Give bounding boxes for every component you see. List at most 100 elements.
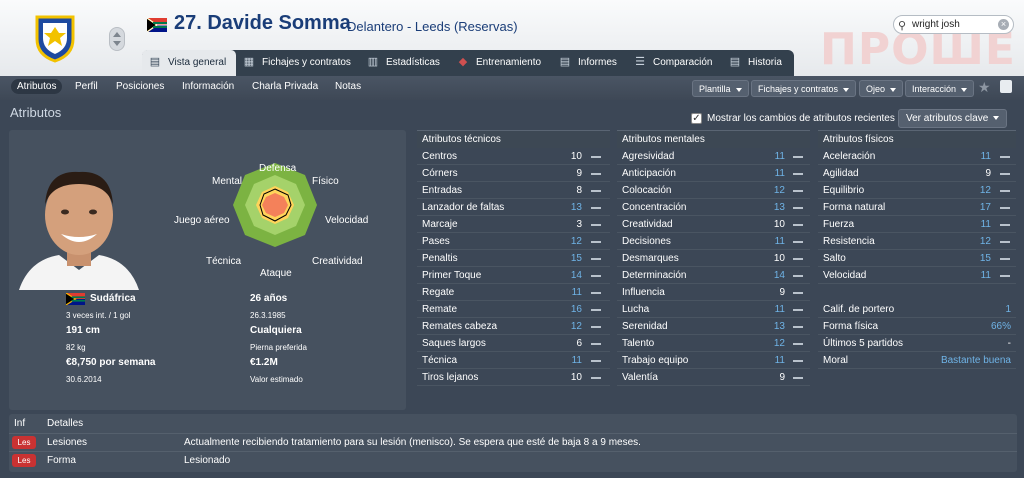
scout-dropdown[interactable]: Ojeo: [859, 80, 904, 97]
subnav-positions[interactable]: Posiciones: [116, 81, 164, 92]
contract-icon: ▦: [243, 56, 255, 68]
technical-attribute-row[interactable]: Saques largos 6: [417, 335, 610, 352]
physical-attribute-row[interactable]: Agilidad 9: [818, 165, 1016, 182]
attribute-name: Talento: [622, 338, 655, 349]
subnav-profile[interactable]: Perfil: [75, 81, 98, 92]
technical-attribute-row[interactable]: Marcaje 3: [417, 216, 610, 233]
technical-attribute-row[interactable]: Primer Toque 14: [417, 267, 610, 284]
attribute-value: 9: [779, 372, 785, 383]
view-key-attributes-button[interactable]: Ver atributos clave: [898, 109, 1007, 128]
trend-dash-icon: [793, 360, 803, 362]
physical-attribute-row[interactable]: Fuerza 11: [818, 216, 1016, 233]
mental-attribute-row[interactable]: Decisiones 11: [617, 233, 810, 250]
physical-attribute-row[interactable]: Equilibrio 12: [818, 182, 1016, 199]
subnav-information[interactable]: Información: [182, 81, 234, 92]
attribute-value: 10: [570, 372, 582, 383]
extra-value: -: [1007, 338, 1011, 349]
transfers-dropdown[interactable]: Fichajes y contratos: [751, 80, 857, 97]
squad-dropdown[interactable]: Plantilla: [692, 80, 749, 97]
technical-attribute-row[interactable]: Regate 11: [417, 284, 610, 301]
technical-attribute-row[interactable]: Remates cabeza 12: [417, 318, 610, 335]
technical-attribute-row[interactable]: Lanzador de faltas 13: [417, 199, 610, 216]
details-row[interactable]: Les Forma Lesionado: [9, 451, 1017, 468]
mental-attributes-panel: Atributos mentales Agresividad 11 Anticipa…: [617, 130, 810, 386]
notes-icon[interactable]: [1000, 80, 1012, 93]
attribute-value: 13: [773, 202, 785, 213]
extra-value: 66%: [990, 321, 1011, 332]
mental-attribute-row[interactable]: Valentía 9: [617, 369, 810, 386]
subnav-attributes[interactable]: Atributos: [11, 79, 63, 94]
attribute-name: Determinación: [622, 270, 687, 281]
star-icon[interactable]: ★: [978, 79, 991, 96]
tab-stats[interactable]: ▥ Estadísticas: [360, 50, 450, 76]
chevron-down-icon: [993, 116, 1000, 121]
mental-attribute-row[interactable]: Desmarques 10: [617, 250, 810, 267]
physical-attribute-row[interactable]: Forma natural 17: [818, 199, 1016, 216]
mental-header: Atributos mentales: [617, 130, 810, 148]
details-text: Actualmente recibiendo tratamiento para …: [184, 437, 641, 448]
interaction-dropdown[interactable]: Interacción: [905, 80, 975, 97]
physical-attribute-row[interactable]: Aceleración 11: [818, 148, 1016, 165]
details-text: Lesionado: [184, 455, 231, 466]
trend-dash-icon: [591, 377, 601, 379]
mental-attribute-row[interactable]: Serenidad 13: [617, 318, 810, 335]
technical-attribute-row[interactable]: Penaltis 15: [417, 250, 610, 267]
technical-attribute-row[interactable]: Pases 12: [417, 233, 610, 250]
radar-label-aerial: Juego aéreo: [174, 215, 230, 226]
radar-label-defense: Defensa: [259, 163, 297, 174]
compare-icon: ☰: [635, 56, 645, 68]
mental-attribute-row[interactable]: Creatividad 10: [617, 216, 810, 233]
trend-dash-icon: [793, 377, 803, 379]
mental-attribute-row[interactable]: Talento 12: [617, 335, 810, 352]
attribute-value: 8: [576, 185, 582, 196]
tab-training[interactable]: ◆ Entrenamiento: [450, 50, 560, 76]
radar-label-attack: Ataque: [260, 268, 292, 279]
physical-attribute-row[interactable]: Velocidad 11: [818, 267, 1016, 284]
mental-attribute-row[interactable]: Concentración 13: [617, 199, 810, 216]
technical-attribute-row[interactable]: Entradas 8: [417, 182, 610, 199]
subnav-notes[interactable]: Notas: [335, 81, 361, 92]
recent-changes-checkbox[interactable]: ✓: [691, 113, 702, 124]
player-position-club[interactable]: Delantero - Leeds (Reservas): [347, 19, 518, 34]
clear-search-icon[interactable]: ×: [998, 19, 1009, 30]
attribute-value: 11: [774, 168, 785, 179]
player-scroll-stepper[interactable]: [109, 27, 125, 51]
tab-overview[interactable]: ▤ Vista general: [142, 50, 236, 76]
physical-attribute-row[interactable]: Salto 15: [818, 250, 1016, 267]
attribute-name: Resistencia: [823, 236, 875, 247]
attribute-value: 11: [980, 219, 991, 230]
attribute-name: Tiros lejanos: [422, 372, 479, 383]
technical-attribute-row[interactable]: Remate 16: [417, 301, 610, 318]
details-row[interactable]: Les Lesiones Actualmente recibiendo trat…: [9, 433, 1017, 450]
nation-name[interactable]: Sudáfrica: [90, 293, 136, 304]
trend-dash-icon: [793, 156, 803, 158]
reports-icon: ▤: [559, 56, 571, 68]
technical-attribute-row[interactable]: Córners 9: [417, 165, 610, 182]
injury-badge: Les: [12, 454, 36, 467]
tab-history[interactable]: ▤ Historia: [722, 50, 794, 76]
tab-transfers-contracts[interactable]: ▦ Fichajes y contratos: [236, 50, 360, 76]
mental-attribute-row[interactable]: Anticipación 11: [617, 165, 810, 182]
trend-dash-icon: [793, 241, 803, 243]
search-input[interactable]: ⚲ wright josh ×: [893, 15, 1014, 34]
mental-attribute-row[interactable]: Influencia 9: [617, 284, 810, 301]
mental-attribute-row[interactable]: Determinación 14: [617, 267, 810, 284]
mental-attribute-row[interactable]: Colocación 12: [617, 182, 810, 199]
attribute-value: 14: [570, 270, 582, 281]
technical-attribute-row[interactable]: Tiros lejanos 10: [417, 369, 610, 386]
trend-dash-icon: [591, 258, 601, 260]
technical-attribute-row[interactable]: Técnica 11: [417, 352, 610, 369]
tab-comparison[interactable]: ☰ Comparación: [627, 50, 727, 76]
tab-reports[interactable]: ▤ Informes: [552, 50, 632, 76]
mental-attribute-row[interactable]: Trabajo equipo 11: [617, 352, 810, 369]
estimated-value-label: Valor estimado: [250, 375, 303, 384]
details-panel: Inf Detalles Les Lesiones Actualmente re…: [9, 414, 1017, 472]
technical-attribute-row[interactable]: Centros 10: [417, 148, 610, 165]
mental-attribute-row[interactable]: Agresividad 11: [617, 148, 810, 165]
subnav-private-chat[interactable]: Charla Privada: [252, 81, 318, 92]
mental-attribute-row[interactable]: Lucha 11: [617, 301, 810, 318]
attribute-value: 12: [979, 185, 991, 196]
physical-attribute-row[interactable]: Resistencia 12: [818, 233, 1016, 250]
preferred-foot: Cualquiera: [250, 325, 302, 336]
details-header: Detalles: [47, 418, 84, 429]
